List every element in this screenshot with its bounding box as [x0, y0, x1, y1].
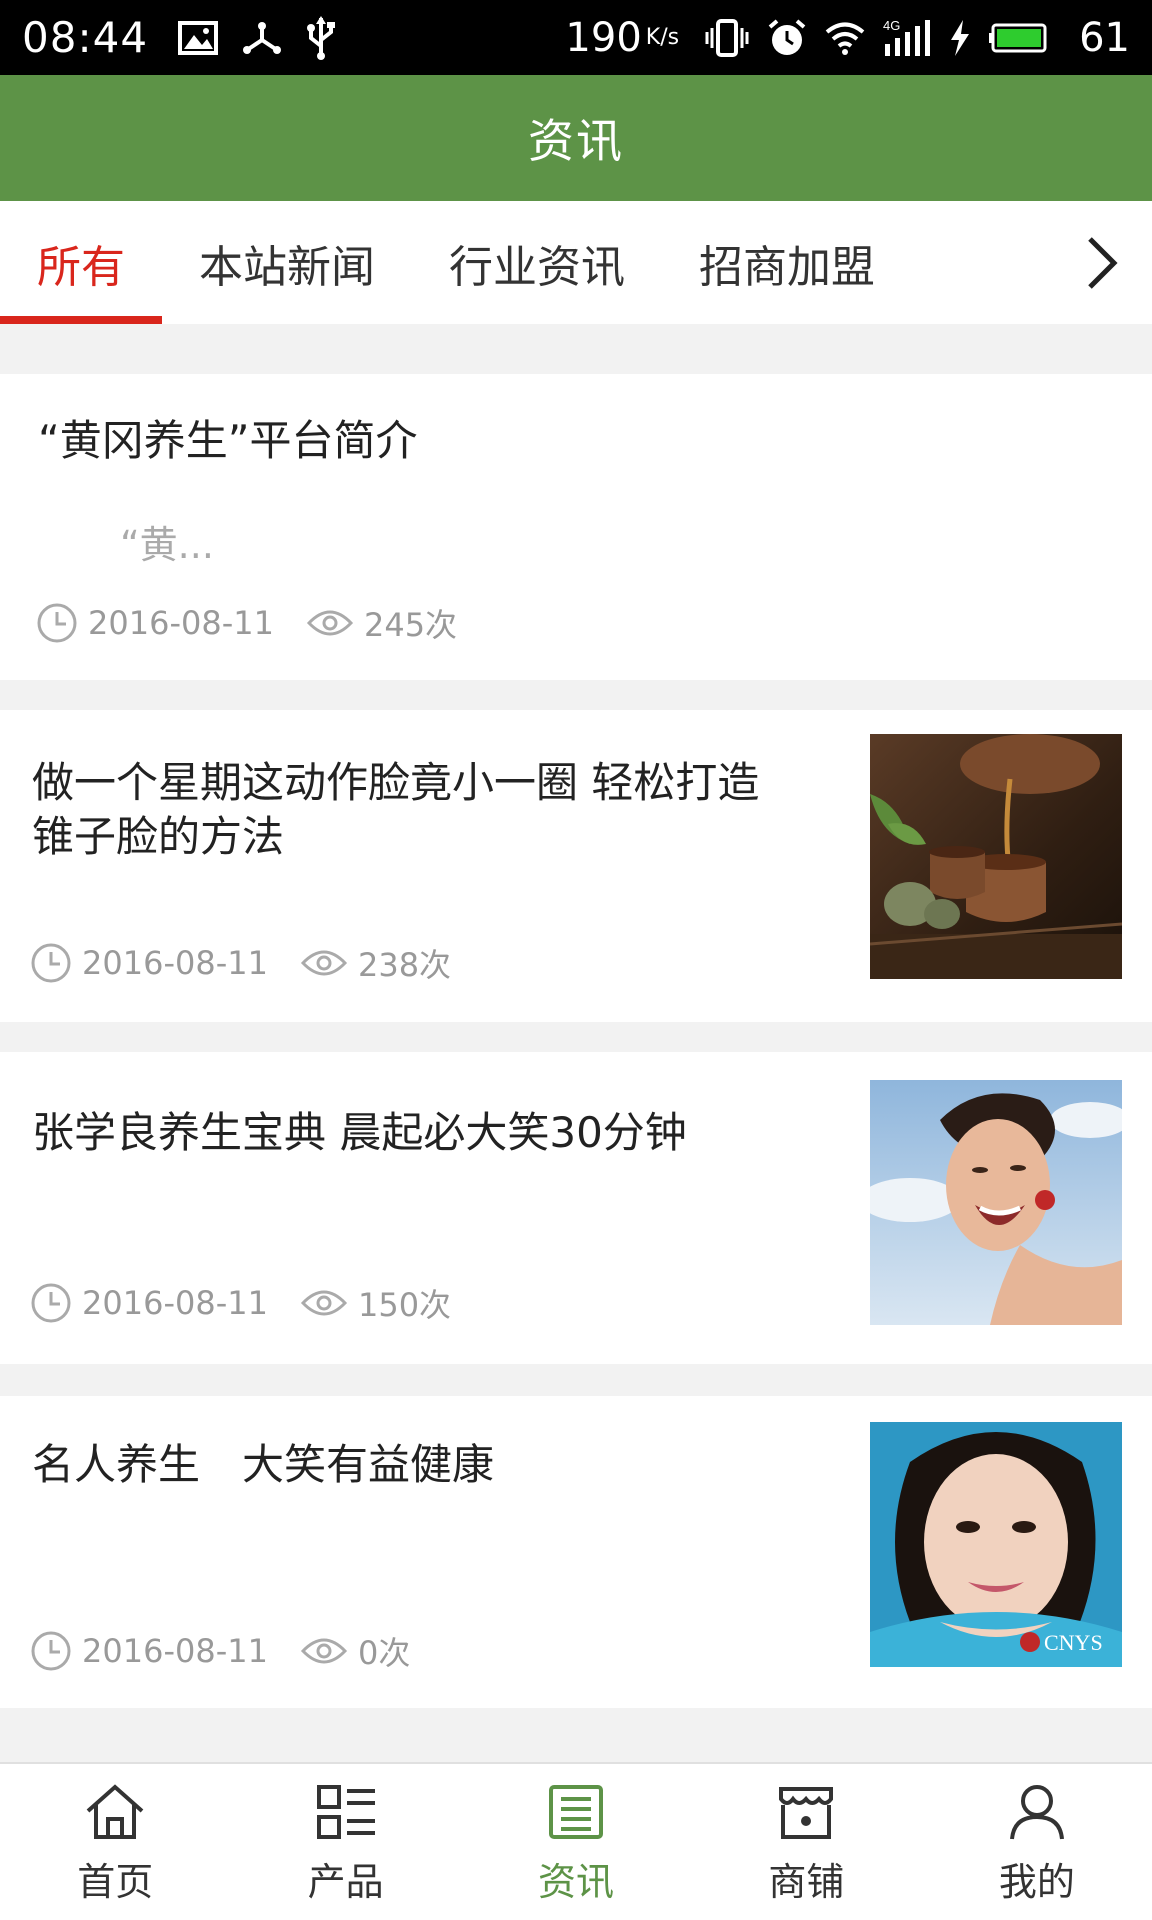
category-tabs: 所有 本站新闻 行业资讯 招商加盟	[0, 201, 1152, 324]
charging-icon	[949, 19, 971, 56]
article-views: 0次	[357, 1634, 411, 1672]
article-views: 150次	[357, 1286, 452, 1324]
app-header: 资讯	[0, 75, 1152, 201]
bottom-nav: 首页 产品 资讯 商铺 我的	[0, 1762, 1152, 1920]
article-meta: 2016-08-11 150次	[30, 1280, 451, 1326]
nav-profile[interactable]: 我的	[922, 1764, 1152, 1920]
article-date: 2016-08-11	[82, 1632, 268, 1670]
signal-4g-icon: 4G	[883, 18, 931, 58]
usb-icon	[306, 15, 336, 60]
eye-icon	[300, 1287, 348, 1319]
article-views: 238次	[357, 946, 452, 984]
tab-industry-news[interactable]: 行业资讯	[412, 201, 662, 324]
article-meta: 2016-08-11 238次	[30, 940, 451, 986]
article-title: 张学良养生宝典 晨起必大笑30分钟	[32, 1108, 687, 1157]
image-icon	[178, 20, 219, 55]
nav-label: 资讯	[538, 1859, 615, 1904]
status-bar: 08:44 190 K/s 4G 61	[0, 0, 1152, 75]
article-date: 2016-08-11	[82, 944, 268, 982]
clock-icon	[30, 1282, 72, 1324]
article-views: 245次	[363, 606, 458, 644]
article-title: 做一个星期这动作脸竟小一圈 轻松打造 锥子脸的方法	[32, 756, 759, 864]
article-thumbnail	[870, 1080, 1122, 1325]
nav-label: 商铺	[768, 1859, 845, 1904]
article-title: 名人养生 大笑有益健康	[32, 1440, 495, 1489]
page-title: 资讯	[528, 114, 624, 168]
article-meta: 2016-08-11 0次	[30, 1628, 410, 1674]
article-thumbnail	[870, 734, 1122, 979]
status-time: 08:44	[22, 13, 149, 62]
nav-label: 首页	[77, 1859, 154, 1904]
clock-icon	[30, 1630, 72, 1672]
article-thumbnail: CNYS	[870, 1422, 1122, 1667]
list-item[interactable]: “黄冈养生”平台简介 “黄... 2016-08-11 245次	[0, 374, 1152, 680]
svg-text:4G: 4G	[883, 18, 900, 33]
tab-label: 本站新闻	[199, 241, 375, 293]
network-speed-unit: K/s	[645, 25, 680, 50]
list-item[interactable]: 名人养生 大笑有益健康 2016-08-11 0次 CNYS	[0, 1396, 1152, 1708]
article-summary: “黄...	[120, 523, 214, 567]
eye-icon	[300, 947, 348, 979]
nav-products[interactable]: 产品	[230, 1764, 460, 1920]
network-speed: 190	[565, 14, 642, 61]
list-item[interactable]: 做一个星期这动作脸竟小一圈 轻松打造 锥子脸的方法 2016-08-11 238…	[0, 710, 1152, 1022]
nav-label: 我的	[998, 1859, 1075, 1904]
nav-shop[interactable]: 商铺	[691, 1764, 921, 1920]
clock-icon	[36, 602, 78, 644]
home-icon	[84, 1779, 146, 1845]
battery-icon	[989, 23, 1047, 53]
vibrate-icon	[705, 18, 749, 58]
news-icon	[547, 1779, 605, 1845]
tab-franchise[interactable]: 招商加盟	[662, 201, 912, 324]
article-title-line: 做一个星期这动作脸竟小一圈 轻松打造	[32, 758, 760, 807]
wifi-icon	[825, 21, 865, 55]
article-meta: 2016-08-11 245次	[36, 600, 457, 646]
article-title-line: 锥子脸的方法	[32, 812, 285, 861]
tab-site-news[interactable]: 本站新闻	[162, 201, 412, 324]
tab-all[interactable]: 所有	[0, 201, 162, 324]
clock-icon	[30, 942, 72, 984]
article-date: 2016-08-11	[88, 604, 274, 642]
grid-list-icon	[315, 1779, 377, 1845]
article-title: “黄冈养生”平台简介	[38, 416, 418, 465]
eye-icon	[300, 1635, 348, 1667]
tab-label: 行业资讯	[449, 241, 625, 293]
share-icon	[242, 20, 282, 56]
alarm-icon	[767, 18, 807, 58]
eye-icon	[306, 607, 354, 639]
nav-label: 产品	[307, 1859, 384, 1904]
article-date: 2016-08-11	[82, 1284, 268, 1322]
nav-home[interactable]: 首页	[0, 1764, 230, 1920]
nav-news[interactable]: 资讯	[461, 1764, 691, 1920]
shop-icon	[775, 1779, 837, 1845]
list-item[interactable]: 张学良养生宝典 晨起必大笑30分钟 2016-08-11 150次	[0, 1052, 1152, 1364]
tab-label: 所有	[37, 241, 125, 293]
chevron-right-icon[interactable]	[1072, 201, 1132, 324]
user-icon	[1006, 1779, 1068, 1845]
watermark-text: CNYS	[1044, 1630, 1103, 1655]
tab-label: 招商加盟	[699, 241, 875, 293]
battery-percent: 61	[1079, 14, 1130, 61]
